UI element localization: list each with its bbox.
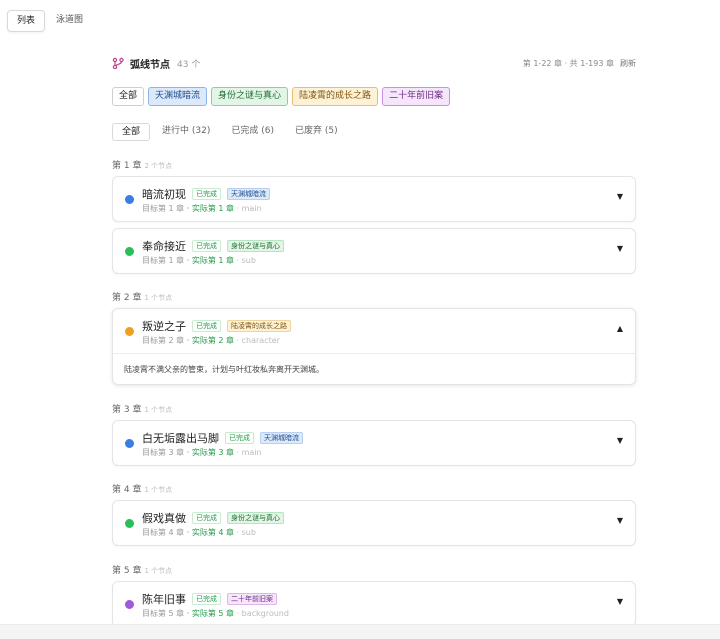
status-tab-abandoned[interactable]: 已废弃 (5) xyxy=(286,123,347,141)
status-tab-all[interactable]: 全部 xyxy=(112,123,151,141)
tab-swimlane[interactable]: 泳道图 xyxy=(47,10,92,32)
chapter-heading: 第 4 章1 个节点 xyxy=(112,485,173,495)
node-title: 暗流初现 xyxy=(142,188,186,201)
page-title: 弧线节点 xyxy=(130,59,170,71)
view-switcher: 列表 泳道图 xyxy=(7,10,92,32)
arc-filter: 全部 天渊城暗流 身份之谜与真心 陆凌霄的成长之路 二十年前旧案 xyxy=(112,87,454,106)
status-filter: 全部 进行中 (32) 已完成 (6) 已废弃 (5) xyxy=(112,123,350,141)
node-meta: 目标第 4 章 · 实际第 4 章 · sub xyxy=(142,528,256,537)
arc-node-card-expanded[interactable]: 叛逆之子 已完成 陆凌霄的成长之路 目标第 2 章 · 实际第 2 章 · ch… xyxy=(112,308,636,385)
node-title: 奉命接近 xyxy=(142,240,186,253)
node-title: 陈年旧事 xyxy=(142,593,186,606)
chapter-heading: 第 1 章2 个节点 xyxy=(112,161,173,171)
status-badge: 已完成 xyxy=(192,240,221,252)
arc-badge: 身份之谜与真心 xyxy=(227,512,284,524)
chevron-down-icon[interactable]: ▼ xyxy=(617,244,623,253)
chapter-heading: 第 5 章1 个节点 xyxy=(112,566,173,576)
node-meta: 目标第 1 章 · 实际第 1 章 · main xyxy=(142,204,262,213)
status-badge: 已完成 xyxy=(192,188,221,200)
chapter-node-count: 2 个节点 xyxy=(144,162,173,170)
chapter-node-count: 1 个节点 xyxy=(144,486,173,494)
arc-color-dot xyxy=(125,439,134,448)
arc-color-dot xyxy=(125,327,134,336)
arc-filter-all[interactable]: 全部 xyxy=(112,87,145,106)
arc-badge: 天渊城暗流 xyxy=(260,432,303,444)
chevron-down-icon[interactable]: ▼ xyxy=(617,436,623,445)
arc-node-card[interactable]: 暗流初现 已完成 天渊城暗流 目标第 1 章 · 实际第 1 章 · main … xyxy=(112,176,636,222)
arc-node-card[interactable]: 奉命接近 已完成 身份之谜与真心 目标第 1 章 · 实际第 1 章 · sub… xyxy=(112,228,636,274)
node-title: 白无垢露出马脚 xyxy=(142,432,219,445)
branch-icon xyxy=(112,57,124,69)
arc-node-card[interactable]: 假戏真做 已完成 身份之谜与真心 目标第 4 章 · 实际第 4 章 · sub… xyxy=(112,500,636,546)
arc-color-dot xyxy=(125,519,134,528)
status-tab-in-progress[interactable]: 进行中 (32) xyxy=(153,123,219,141)
chevron-down-icon[interactable]: ▼ xyxy=(617,516,623,525)
node-title: 叛逆之子 xyxy=(142,320,186,333)
chapter-node-count: 1 个节点 xyxy=(144,406,173,414)
node-count: 43 个 xyxy=(177,59,201,70)
node-meta: 目标第 2 章 · 实际第 2 章 · character xyxy=(142,336,280,345)
chapter-heading: 第 2 章1 个节点 xyxy=(112,293,173,303)
arc-filter-growth[interactable]: 陆凌霄的成长之路 xyxy=(292,87,379,106)
arc-badge: 二十年前旧案 xyxy=(227,593,277,605)
arc-color-dot xyxy=(125,600,134,609)
chevron-up-icon[interactable]: ▲ xyxy=(617,324,623,333)
chapter-heading: 第 3 章1 个节点 xyxy=(112,405,173,415)
chapter-range: 第 1-22 章 · 共 1-193 章 xyxy=(522,58,614,68)
status-badge: 已完成 xyxy=(192,593,221,605)
node-meta: 目标第 5 章 · 实际第 5 章 · background xyxy=(142,609,289,618)
node-description: 陆凌霄不满父亲的管束，计划与叶红妆私奔离开天渊城。 xyxy=(113,353,635,384)
node-meta: 目标第 3 章 · 实际第 3 章 · main xyxy=(142,448,262,457)
chapter-node-count: 1 个节点 xyxy=(144,567,173,575)
refresh-button[interactable]: 刷新 xyxy=(620,58,636,69)
status-tab-completed[interactable]: 已完成 (6) xyxy=(222,123,283,141)
tab-list[interactable]: 列表 xyxy=(7,10,46,32)
arc-color-dot xyxy=(125,247,134,256)
arc-badge: 天渊城暗流 xyxy=(227,188,270,200)
bottom-bar xyxy=(0,624,720,639)
chapter-node-count: 1 个节点 xyxy=(144,294,173,302)
arc-color-dot xyxy=(125,195,134,204)
status-badge: 已完成 xyxy=(192,320,221,332)
status-badge: 已完成 xyxy=(192,512,221,524)
node-title: 假戏真做 xyxy=(142,512,186,525)
arc-badge: 陆凌霄的成长之路 xyxy=(227,320,291,332)
arc-node-card[interactable]: 白无垢露出马脚 已完成 天渊城暗流 目标第 3 章 · 实际第 3 章 · ma… xyxy=(112,420,636,466)
arc-filter-identity[interactable]: 身份之谜与真心 xyxy=(211,87,289,106)
status-badge: 已完成 xyxy=(225,432,254,444)
arc-filter-oldcase[interactable]: 二十年前旧案 xyxy=(382,87,451,106)
chevron-down-icon[interactable]: ▼ xyxy=(617,597,623,606)
arc-node-card[interactable]: 陈年旧事 已完成 二十年前旧案 目标第 5 章 · 实际第 5 章 · back… xyxy=(112,581,636,627)
arc-badge: 身份之谜与真心 xyxy=(227,240,284,252)
chevron-down-icon[interactable]: ▼ xyxy=(617,192,623,201)
panel-header: 弧线节点 43 个 第 1-22 章 · 共 1-193 章 刷新 xyxy=(112,55,636,71)
arc-filter-tianyuan[interactable]: 天渊城暗流 xyxy=(148,87,208,106)
node-meta: 目标第 1 章 · 实际第 1 章 · sub xyxy=(142,256,256,265)
